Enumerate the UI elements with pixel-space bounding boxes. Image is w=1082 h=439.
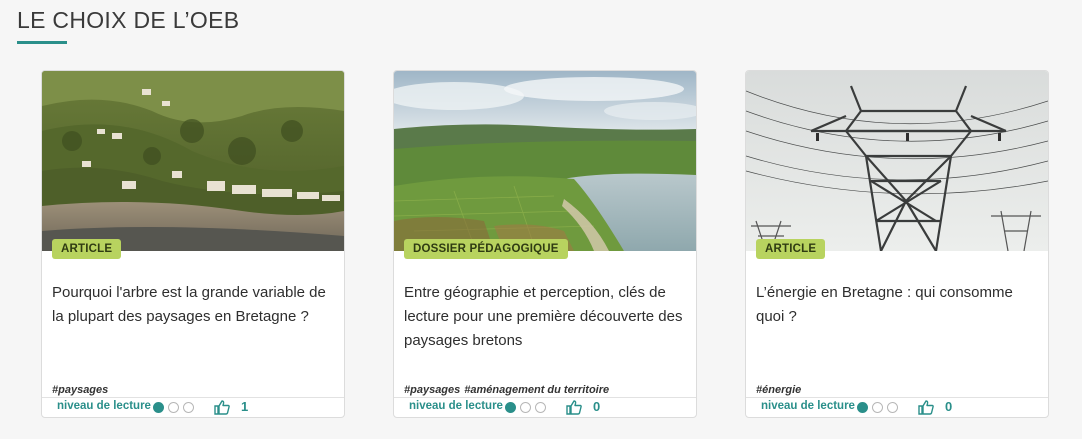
reading-level-dot-empty (872, 402, 883, 413)
oeb-selection-section: LE CHOIX DE L’OEB ARTICLE Pourquoi l'arb… (0, 0, 1082, 439)
reading-level-indicator (153, 402, 198, 413)
tag-link[interactable]: #paysages (404, 384, 460, 396)
content-type-badge[interactable]: ARTICLE (52, 239, 122, 259)
article-card[interactable]: ARTICLE Pourquoi l'arbre est la grande v… (41, 70, 345, 418)
reading-level-indicator (857, 402, 902, 413)
reading-level-dot-empty (887, 402, 898, 413)
reading-level-label: niveau de lecture (57, 400, 151, 412)
tag-link[interactable]: #paysages (52, 384, 108, 396)
like-count: 1 (241, 399, 249, 414)
reading-level-dot-filled (153, 402, 164, 413)
tag-list: #énergie (756, 384, 805, 396)
thumbs-up-icon[interactable] (918, 400, 934, 415)
reading-level-label: niveau de lecture (761, 400, 855, 412)
card-footer: niveau de lecture 0 (394, 397, 696, 417)
article-card[interactable]: ARTICLE L’énergie en Bretagne : qui cons… (745, 70, 1049, 418)
content-type-badge[interactable]: ARTICLE (756, 239, 826, 259)
like-count: 0 (945, 399, 953, 414)
card-footer: niveau de lecture 0 (746, 397, 1048, 417)
tag-list: #paysages (52, 384, 112, 396)
tag-link[interactable]: #énergie (756, 384, 801, 396)
reading-level-dot-empty (168, 402, 179, 413)
reading-level-label: niveau de lecture (409, 400, 503, 412)
reading-level-dot-empty (183, 402, 194, 413)
content-type-badge[interactable]: DOSSIER PÉDAGOGIQUE (404, 239, 568, 259)
card-image-coastal-village[interactable] (42, 71, 344, 251)
reading-level-indicator (505, 402, 550, 413)
card-footer: niveau de lecture 1 (42, 397, 344, 417)
title-underline (17, 41, 67, 44)
section-title: LE CHOIX DE L’OEB (17, 7, 240, 33)
tag-link[interactable]: #aménagement du territoire (464, 384, 609, 396)
like-count: 0 (593, 399, 601, 414)
tag-list: #paysages #aménagement du territoire (404, 384, 613, 396)
thumbs-up-icon[interactable] (214, 400, 230, 415)
card-title[interactable]: L’énergie en Bretagne : qui consomme quo… (756, 281, 1040, 329)
reading-level-dot-empty (535, 402, 546, 413)
article-card[interactable]: DOSSIER PÉDAGOGIQUE Entre géographie et … (393, 70, 697, 418)
card-title[interactable]: Entre géographie et perception, clés de … (404, 281, 688, 353)
card-title[interactable]: Pourquoi l'arbre est la grande variable … (52, 281, 336, 329)
reading-level-dot-filled (505, 402, 516, 413)
reading-level-dot-filled (857, 402, 868, 413)
card-image-power-pylon[interactable] (746, 71, 1048, 251)
reading-level-dot-empty (520, 402, 531, 413)
card-image-landscape-bay[interactable] (394, 71, 696, 251)
thumbs-up-icon[interactable] (566, 400, 582, 415)
